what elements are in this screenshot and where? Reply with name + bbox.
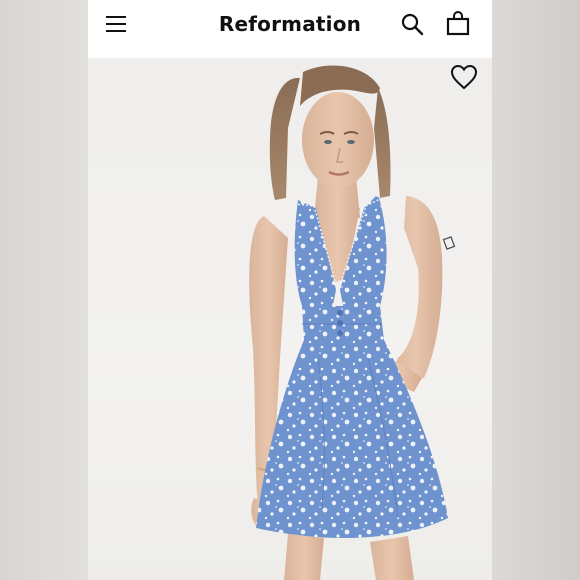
search-icon[interactable] xyxy=(400,12,424,36)
product-image[interactable] xyxy=(88,58,492,580)
model-photo xyxy=(249,65,456,580)
heart-icon[interactable] xyxy=(450,64,478,90)
backdrop-right xyxy=(492,0,580,580)
top-nav-bar: Reformation xyxy=(88,0,492,58)
brand-logo[interactable]: Reformation xyxy=(88,12,492,36)
shopping-bag-icon[interactable] xyxy=(445,11,471,37)
app-screen: Reformation xyxy=(88,0,492,580)
backdrop-left xyxy=(0,0,88,580)
